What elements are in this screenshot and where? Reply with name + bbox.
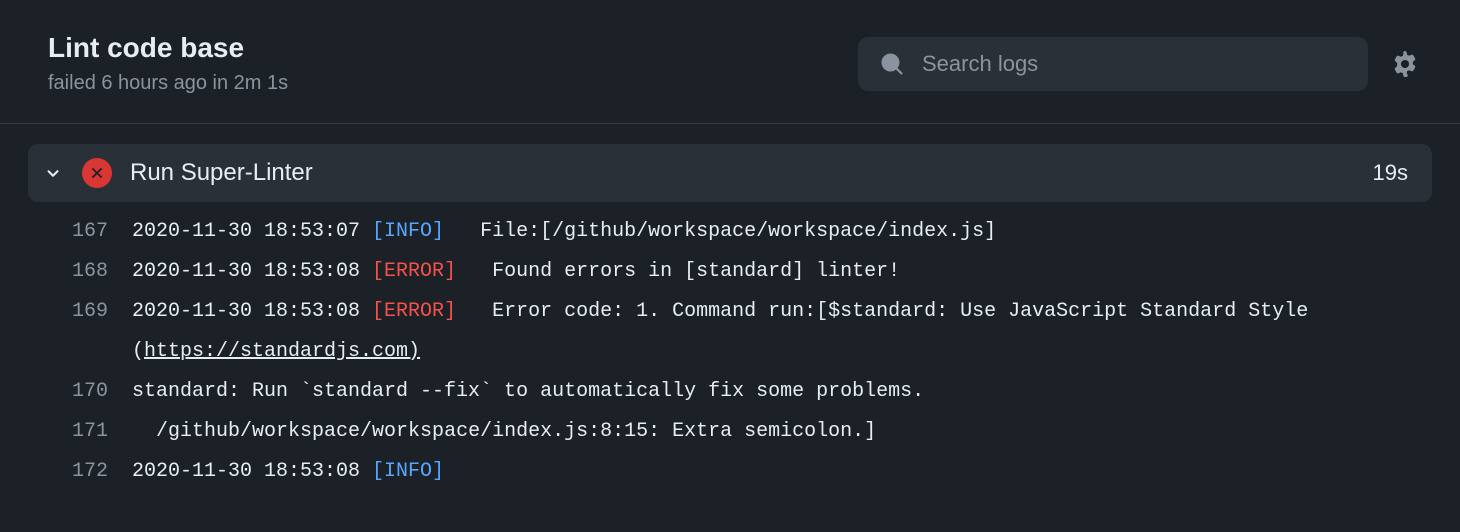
log-line-content: standard: Run `standard --fix` to automa… [132,372,1432,412]
log-line: 1692020-11-30 18:53:08 [ERROR] Error cod… [28,292,1432,372]
log-line-number: 169 [28,292,132,332]
log-line-content: 2020-11-30 18:53:08 [INFO] [132,452,1432,492]
log-level: [ERROR] [372,300,456,323]
gear-icon[interactable] [1392,51,1418,77]
log-line: 1682020-11-30 18:53:08 [ERROR] Found err… [28,252,1432,292]
log-timestamp: 2020-11-30 18:53:08 [132,300,372,323]
step-title: Run Super-Linter [130,159,1355,187]
log-timestamp: 2020-11-30 18:53:07 [132,220,372,243]
log-line: 1672020-11-30 18:53:07 [INFO] File:[/git… [28,212,1432,252]
log-line-content: 2020-11-30 18:53:07 [INFO] File:[/github… [132,212,1432,252]
search-icon [880,52,904,76]
header-left: Lint code base failed 6 hours ago in 2m … [48,32,288,95]
log-timestamp: 2020-11-30 18:53:08 [132,460,372,483]
step-row[interactable]: Run Super-Linter 19s [28,144,1432,202]
error-badge [82,158,112,188]
step-duration: 19s [1373,160,1408,186]
log-line: 170standard: Run `standard --fix` to aut… [28,372,1432,412]
log-line-number: 168 [28,252,132,292]
search-input[interactable] [922,51,1346,77]
search-box[interactable] [858,37,1368,91]
log-level: [INFO] [372,220,444,243]
log-area: 1672020-11-30 18:53:07 [INFO] File:[/git… [0,202,1460,492]
log-line-content: /github/workspace/workspace/index.js:8:1… [132,412,1432,452]
log-level: [ERROR] [372,260,456,283]
page-title: Lint code base [48,32,288,64]
log-timestamp: 2020-11-30 18:53:08 [132,260,372,283]
log-line-number: 167 [28,212,132,252]
log-line-number: 171 [28,412,132,452]
log-line-number: 170 [28,372,132,412]
log-message: Found errors in [standard] linter! [456,260,900,283]
log-line-content: 2020-11-30 18:53:08 [ERROR] Found errors… [132,252,1432,292]
log-message: File:[/github/workspace/workspace/index.… [444,220,996,243]
chevron-down-icon[interactable] [42,162,64,184]
log-link[interactable]: https://standardjs.com) [144,340,420,363]
log-header: Lint code base failed 6 hours ago in 2m … [0,0,1460,124]
log-line-content: 2020-11-30 18:53:08 [ERROR] Error code: … [132,292,1432,372]
log-line: 171 /github/workspace/workspace/index.js… [28,412,1432,452]
log-level: [INFO] [372,460,444,483]
header-right [858,37,1418,91]
log-line: 1722020-11-30 18:53:08 [INFO] [28,452,1432,492]
page-subtitle: failed 6 hours ago in 2m 1s [48,72,288,95]
log-line-number: 172 [28,452,132,492]
